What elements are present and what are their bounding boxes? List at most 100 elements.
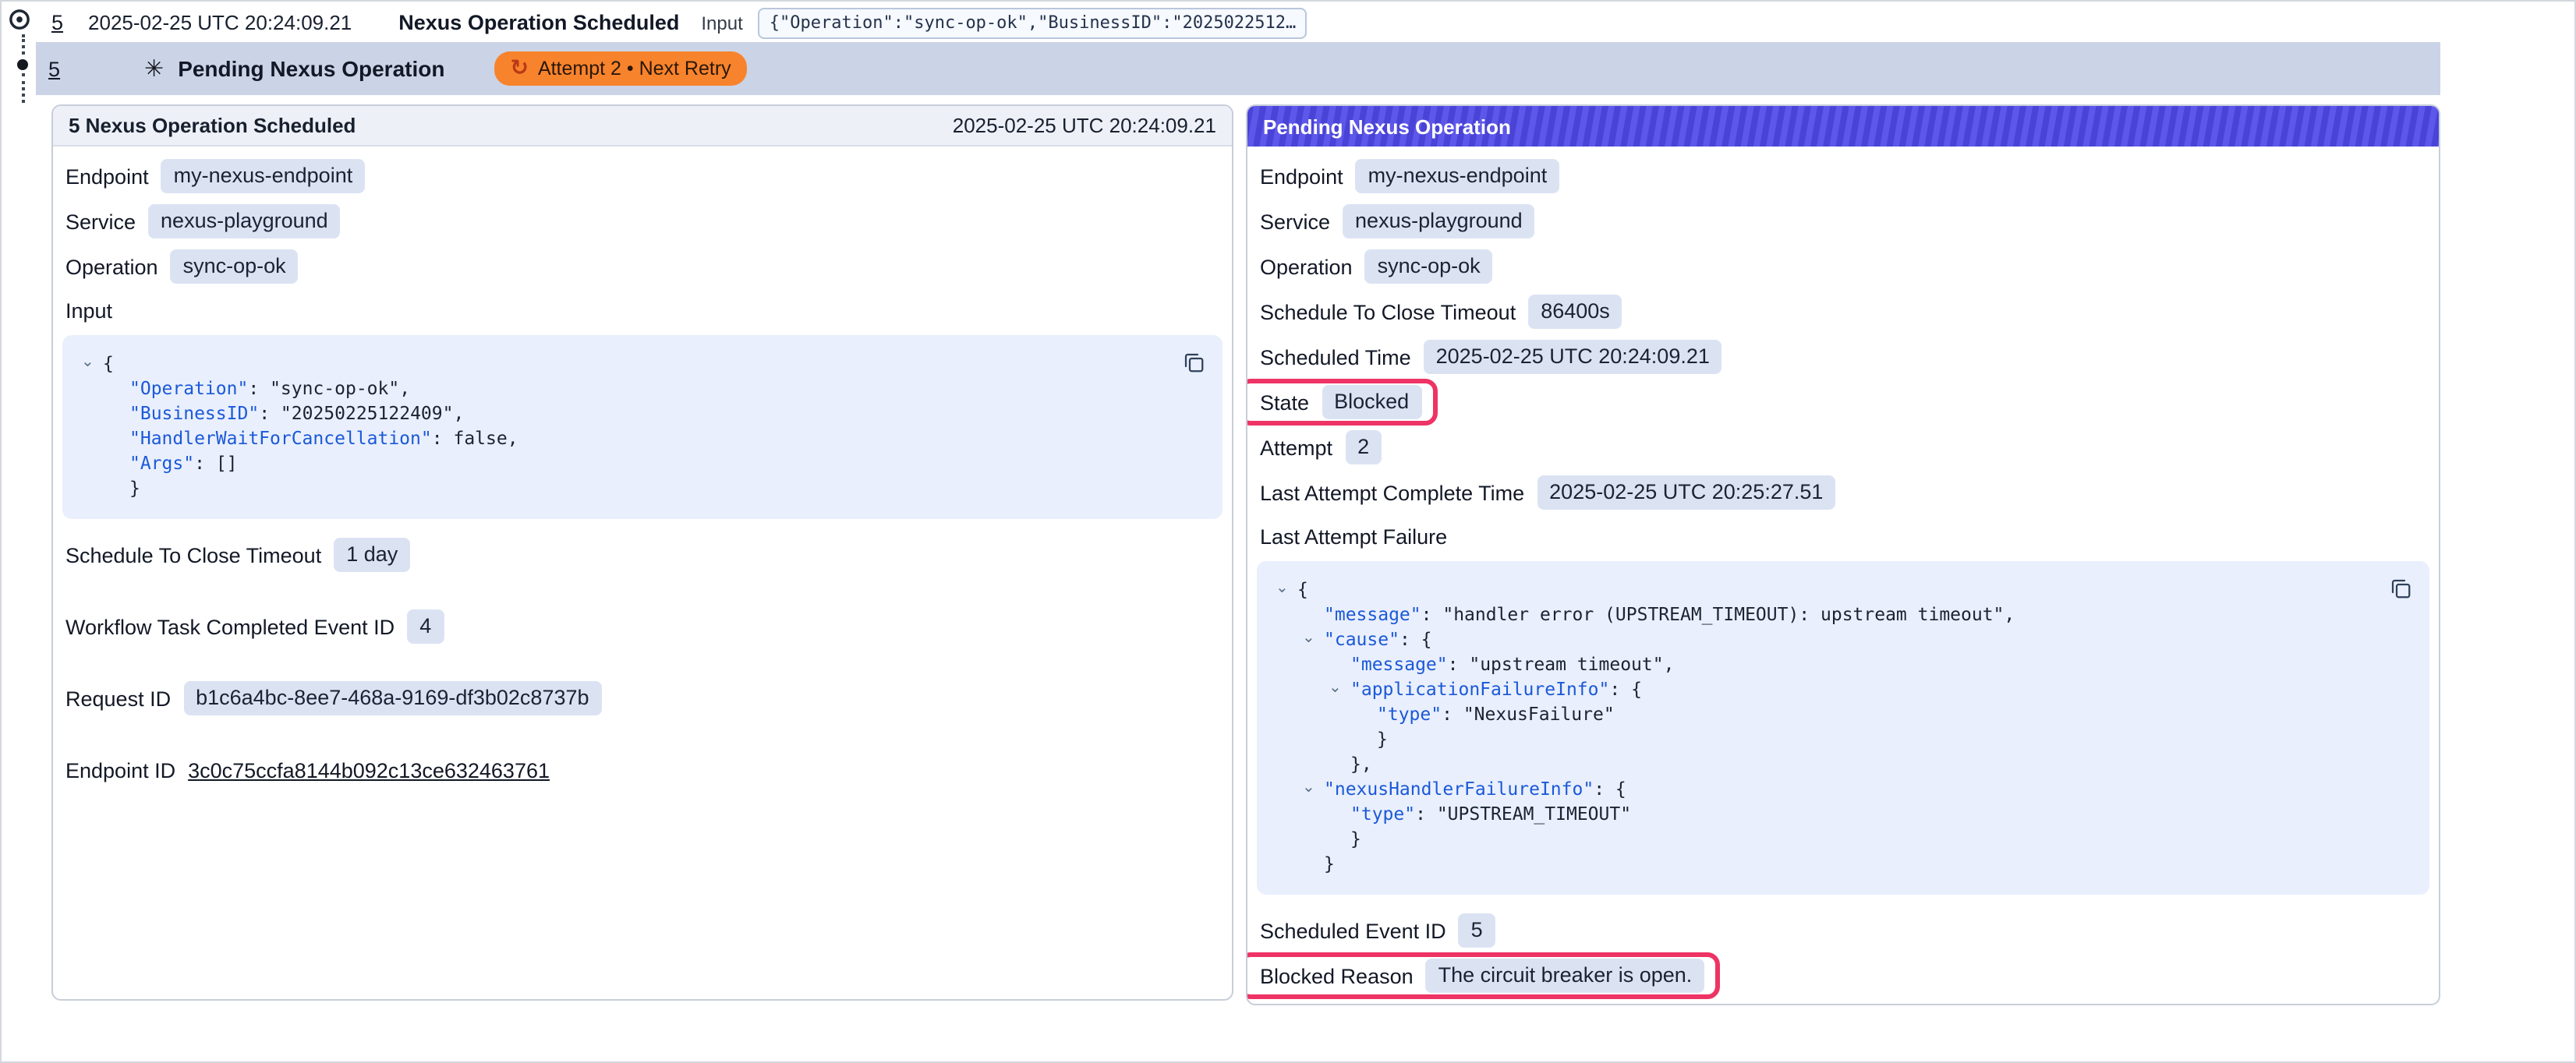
failure-section-label: Last Attempt Failure	[1260, 521, 2429, 552]
field-row-service: Service nexus-playground	[1257, 204, 1538, 238]
field-value-badge: sync-op-ok	[171, 249, 299, 284]
field-label: Last Attempt Complete Time	[1260, 481, 1524, 504]
field-label: Service	[1260, 210, 1330, 233]
code-line: "Args": []	[81, 450, 1166, 475]
field-row-operation: Operation sync-op-ok	[62, 249, 302, 284]
event-detail-panels: 5 Nexus Operation Scheduled 2025-02-25 U…	[51, 104, 2440, 1005]
failure-json-viewer: ⌄{"message": "handler error (UPSTREAM_TI…	[1257, 561, 2429, 895]
field-label: Workflow Task Completed Event ID	[65, 615, 395, 638]
event-id-link[interactable]: 5	[51, 11, 63, 34]
field-label: Operation	[65, 255, 158, 278]
timeline-connector	[22, 34, 25, 55]
field-value-link[interactable]: 3c0c75ccfa8144b092c13ce632463761	[188, 758, 550, 782]
pending-nexus-operation-row[interactable]: 5 ✳ Pending Nexus Operation ↻ Attempt 2 …	[36, 42, 2440, 95]
pending-operation-panel: Pending Nexus Operation Endpointmy-nexus…	[1246, 104, 2440, 1005]
code-line: },	[1276, 751, 2373, 776]
field-row-state: State Blocked	[1257, 385, 1424, 419]
field-row-workflow-task-completed-event-id: Workflow Task Completed Event ID 4	[62, 609, 447, 644]
event-summary-row[interactable]: 5 2025-02-25 UTC 20:24:09.21 Nexus Opera…	[2, 3, 2574, 42]
panel-timestamp: 2025-02-25 UTC 20:24:09.21	[953, 114, 1216, 137]
field-value-badge: 5	[1459, 913, 1495, 948]
workflow-event-history-view: 5 2025-02-25 UTC 20:24:09.21 Nexus Opera…	[0, 0, 2576, 1063]
field-value-badge: nexus-playground	[1343, 204, 1535, 238]
collapse-chevron-icon[interactable]: ⌄	[1302, 628, 1315, 650]
collapse-chevron-icon[interactable]: ⌄	[1302, 778, 1315, 800]
attempt-retry-badge: ↻ Attempt 2 • Next Retry	[494, 51, 746, 86]
input-preview-chip[interactable]: {"Operation":"sync-op-ok","BusinessID":"…	[759, 7, 1307, 38]
code-line: ⌄{	[81, 351, 1166, 376]
collapse-chevron-icon[interactable]: ⌄	[81, 352, 94, 374]
code-line: ⌄"nexusHandlerFailureInfo": {	[1276, 776, 2373, 801]
event-id-link[interactable]: 5	[48, 57, 60, 80]
retry-icon: ↻	[510, 58, 528, 79]
field-value-badge: The circuit breaker is open.	[1426, 959, 1705, 993]
event-timestamp: 2025-02-25 UTC 20:24:09.21	[88, 11, 352, 34]
scheduled-panel-body: Endpoint my-nexus-endpoint Servicenexus-pl…	[53, 147, 1232, 837]
fields-group: Endpoint my-nexus-endpoint Servicenexus-pl…	[62, 159, 1223, 284]
input-section-label: Input	[65, 295, 1223, 326]
input-json-viewer: ⌄{"Operation": "sync-op-ok","BusinessID"…	[62, 335, 1223, 519]
field-label: Scheduled Time	[1260, 345, 1411, 369]
pending-panel-body: Endpointmy-nexus-endpoint Service nexus-pl…	[1247, 147, 2439, 1005]
field-row-service: Servicenexus-playground	[62, 204, 344, 238]
field-label: Operation	[1260, 255, 1353, 278]
field-label: Blocked Reason	[1260, 964, 1414, 987]
field-row-endpoint: Endpoint my-nexus-endpoint	[62, 159, 368, 193]
fields-group: Endpointmy-nexus-endpoint Service nexus-pl…	[1257, 159, 2429, 510]
code-line: ⌄"applicationFailureInfo": {	[1276, 676, 2373, 701]
timeline-connector	[22, 73, 25, 103]
code-line: "HandlerWaitForCancellation": false,	[81, 426, 1166, 450]
field-value-badge: Blocked	[1322, 385, 1421, 419]
field-value-badge: my-nexus-endpoint	[1356, 159, 1560, 193]
collapse-chevron-icon[interactable]: ⌄	[1276, 578, 1289, 600]
field-value-badge: 1 day	[334, 538, 410, 572]
code-line: }	[1276, 726, 2373, 751]
field-label: Attempt	[1260, 436, 1332, 459]
code-line: }	[1276, 851, 2373, 876]
code-line: "BusinessID": "20250225122409",	[81, 401, 1166, 426]
field-value-badge: nexus-playground	[148, 204, 341, 238]
field-row-request-id: Request ID b1c6a4bc-8ee7-468a-9169-df3b02…	[62, 681, 605, 715]
field-row-operation: Operationsync-op-ok	[1257, 249, 1496, 284]
code-line: "message": "handler error (UPSTREAM_TIME…	[1276, 602, 2373, 627]
field-row-endpoint: Endpointmy-nexus-endpoint	[1257, 159, 1562, 193]
code-line: ⌄{	[1276, 577, 2373, 602]
nexus-asterisk-icon: ✳	[144, 57, 164, 80]
code-line: "Operation": "sync-op-ok",	[81, 376, 1166, 401]
field-row-schedule-to-close-timeout: Schedule To Close Timeout 86400s	[1257, 295, 1626, 329]
field-row-schedule-to-close-timeout: Schedule To Close Timeout 1 day	[62, 538, 413, 572]
field-row-last-attempt-complete-time: Last Attempt Complete Time2025-02-25 UTC…	[1257, 475, 1838, 510]
code-line: }	[1276, 826, 2373, 851]
field-row-scheduled-time: Scheduled Time2025-02-25 UTC 20:24:09.21	[1257, 340, 1725, 374]
field-value-badge: 2	[1345, 430, 1382, 464]
code-line: "message": "upstream timeout",	[1276, 652, 2373, 676]
field-value-badge: 86400s	[1528, 295, 1622, 329]
field-label: Schedule To Close Timeout	[1260, 300, 1516, 323]
panel-title: Pending Nexus Operation	[1263, 115, 1511, 138]
field-label: State	[1260, 390, 1309, 414]
input-preview-text: {"Operation":"sync-op-ok","BusinessID":"…	[770, 12, 1297, 33]
timeline-bullet-icon	[17, 59, 28, 70]
field-value-badge: b1c6a4bc-8ee7-468a-9169-df3b02c8737b	[183, 681, 601, 715]
field-label: Endpoint	[65, 164, 149, 188]
pending-panel-header: Pending Nexus Operation	[1247, 106, 2439, 147]
field-value-badge: my-nexus-endpoint	[161, 159, 366, 193]
fields-group: Scheduled Event ID5Blocked ReasonThe cir…	[1257, 913, 2429, 993]
code-line: }	[81, 475, 1166, 500]
collapse-chevron-icon[interactable]: ⌄	[1329, 678, 1342, 700]
timeline-gutter	[8, 8, 39, 117]
copy-icon[interactable]	[1179, 348, 1208, 377]
field-label: Schedule To Close Timeout	[65, 543, 321, 567]
field-label: Request ID	[65, 687, 171, 710]
field-value-badge: 4	[407, 609, 444, 644]
code-line: ⌄"cause": {	[1276, 627, 2373, 652]
scheduled-panel-header: 5 Nexus Operation Scheduled 2025-02-25 U…	[53, 106, 1232, 147]
timeline-node-icon	[8, 8, 31, 31]
field-row-endpoint-id: Endpoint ID3c0c75ccfa8144b092c13ce632463…	[62, 753, 553, 787]
json-lines: ⌄{"message": "handler error (UPSTREAM_TI…	[1276, 577, 2373, 876]
field-row-attempt: Attempt 2	[1257, 430, 1385, 464]
copy-icon[interactable]	[2386, 574, 2415, 603]
fields-group: Schedule To Close Timeout 1 day Workflow T…	[62, 538, 1223, 787]
json-lines: ⌄{"Operation": "sync-op-ok","BusinessID"…	[81, 351, 1166, 500]
field-row-blocked-reason: Blocked Reason The circuit breaker is ope…	[1257, 959, 1707, 993]
